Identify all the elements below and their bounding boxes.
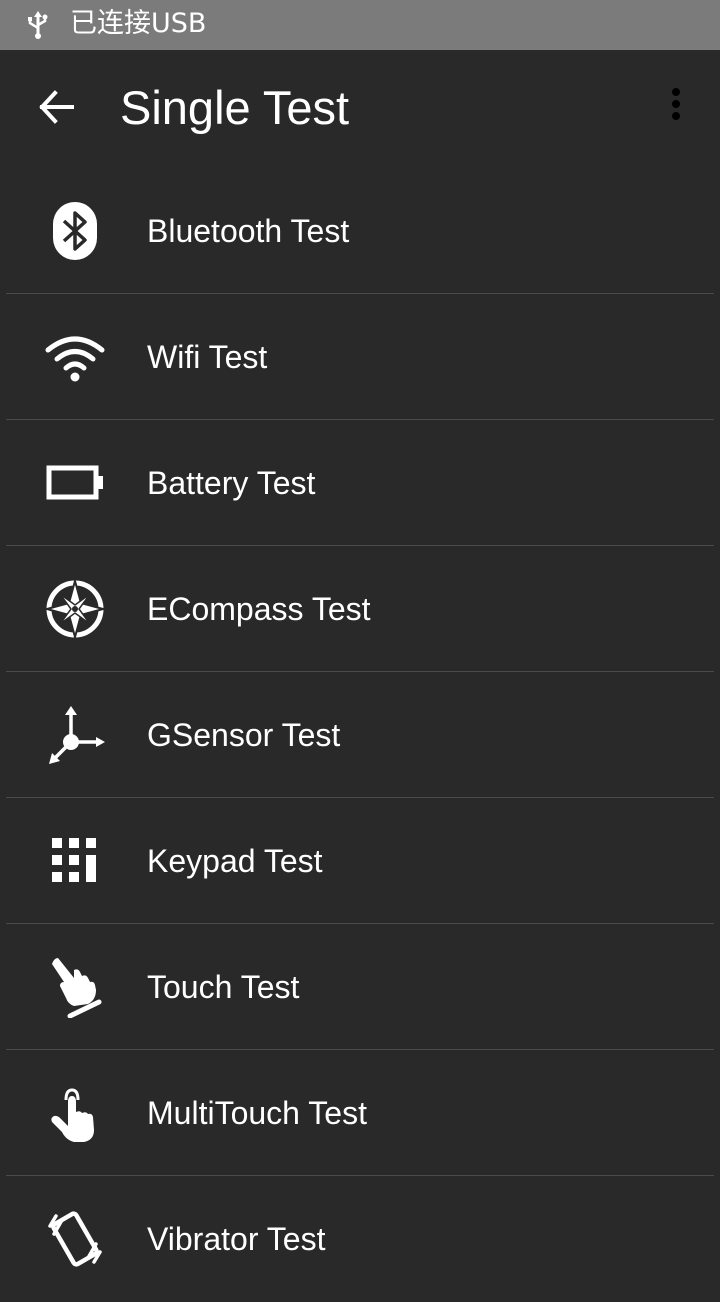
more-vert-icon[interactable] xyxy=(656,80,696,136)
list-item-multitouch[interactable]: MultiTouch Test xyxy=(6,1050,714,1176)
touch-icon xyxy=(44,956,106,1019)
item-label: Touch Test xyxy=(147,969,300,1005)
list-item-gsensor[interactable]: GSensor Test xyxy=(6,672,714,798)
list-item-touch[interactable]: Touch Test xyxy=(6,924,714,1050)
page-title: Single Test xyxy=(120,81,350,134)
keypad-icon xyxy=(44,830,106,892)
item-label: Battery Test xyxy=(147,465,316,501)
list-item-ecompass[interactable]: ECompass Test xyxy=(6,546,714,672)
item-label: ECompass Test xyxy=(147,591,371,627)
item-label: Wifi Test xyxy=(147,339,268,375)
list-item-battery[interactable]: Battery Test xyxy=(6,420,714,546)
axes-icon xyxy=(44,704,106,766)
list-item-bluetooth[interactable]: Bluetooth Test xyxy=(6,168,714,294)
app-bar: Single Test xyxy=(0,50,720,166)
wifi-icon xyxy=(44,326,106,388)
item-label: MultiTouch Test xyxy=(147,1095,367,1131)
bluetooth-icon xyxy=(44,200,106,262)
item-label: Bluetooth Test xyxy=(147,213,350,249)
battery-icon xyxy=(44,452,106,514)
test-list: Bluetooth Test Wifi Test Battery Test EC… xyxy=(0,168,720,1302)
list-item-vibrator[interactable]: Vibrator Test xyxy=(6,1176,714,1302)
status-bar: 已连接USB xyxy=(0,0,720,50)
vibrate-icon xyxy=(44,1208,106,1270)
item-label: GSensor Test xyxy=(147,717,341,753)
list-item-wifi[interactable]: Wifi Test xyxy=(6,294,714,420)
status-text: 已连接USB xyxy=(70,8,207,39)
arrow-back-icon[interactable] xyxy=(30,80,86,136)
multitouch-icon xyxy=(44,1082,106,1144)
item-label: Keypad Test xyxy=(147,843,323,879)
usb-icon xyxy=(24,10,52,40)
item-label: Vibrator Test xyxy=(147,1221,326,1257)
compass-icon xyxy=(43,577,107,641)
list-item-keypad[interactable]: Keypad Test xyxy=(6,798,714,924)
